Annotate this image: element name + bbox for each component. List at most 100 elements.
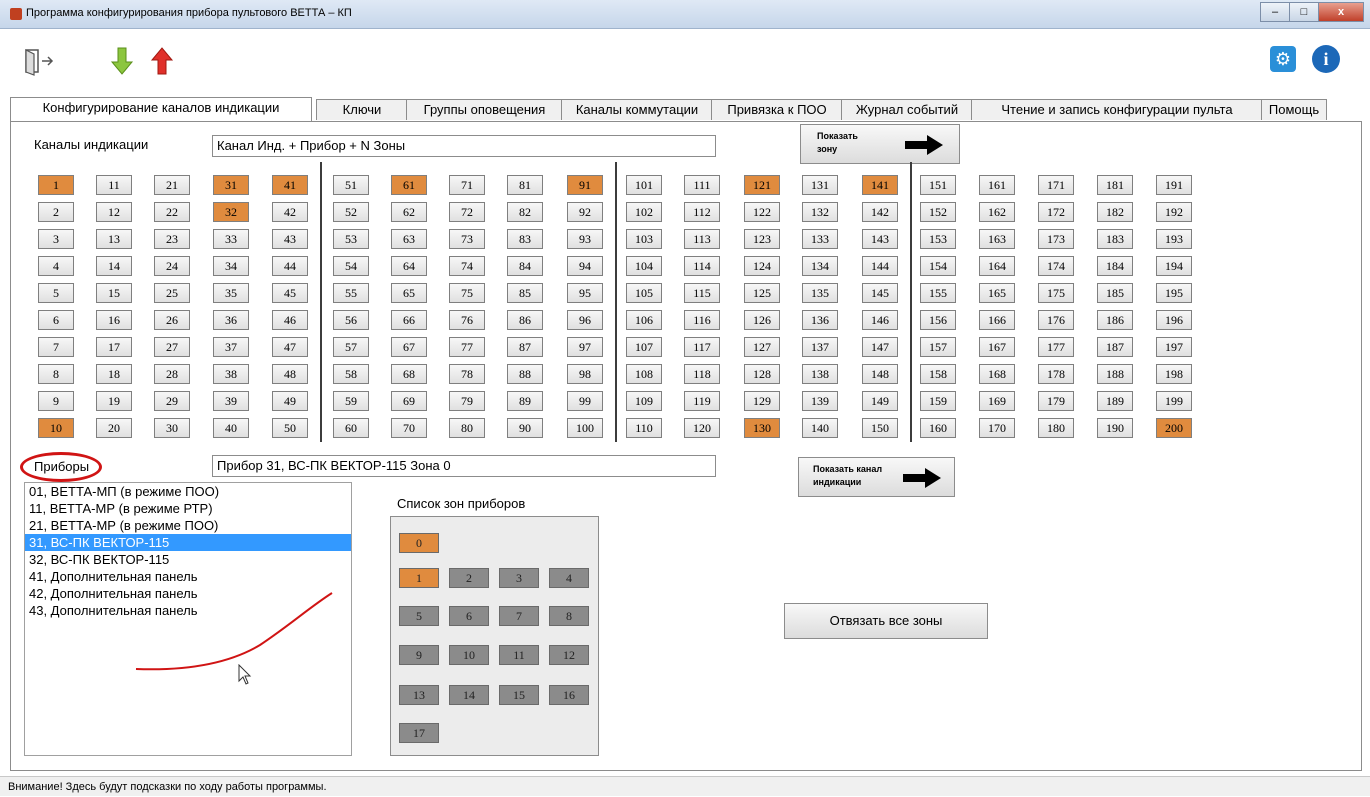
channel-button[interactable]: 198 bbox=[1156, 364, 1192, 384]
channel-button[interactable]: 73 bbox=[449, 229, 485, 249]
channel-button[interactable]: 32 bbox=[213, 202, 249, 222]
channel-button[interactable]: 30 bbox=[154, 418, 190, 438]
channel-button[interactable]: 7 bbox=[38, 337, 74, 357]
channel-button[interactable]: 143 bbox=[862, 229, 898, 249]
channel-button[interactable]: 113 bbox=[684, 229, 720, 249]
channel-button[interactable]: 125 bbox=[744, 283, 780, 303]
channel-button[interactable]: 87 bbox=[507, 337, 543, 357]
zone-button[interactable]: 8 bbox=[549, 606, 589, 626]
zone-button[interactable]: 6 bbox=[449, 606, 489, 626]
unbind-all-zones-button[interactable]: Отвязать все зоны bbox=[784, 603, 988, 639]
channel-button[interactable]: 107 bbox=[626, 337, 662, 357]
channel-button[interactable]: 88 bbox=[507, 364, 543, 384]
channel-button[interactable]: 16 bbox=[96, 310, 132, 330]
zone-button[interactable]: 3 bbox=[499, 568, 539, 588]
channel-button[interactable]: 183 bbox=[1097, 229, 1133, 249]
channel-button[interactable]: 97 bbox=[567, 337, 603, 357]
channel-button[interactable]: 116 bbox=[684, 310, 720, 330]
channel-button[interactable]: 167 bbox=[979, 337, 1015, 357]
channel-button[interactable]: 136 bbox=[802, 310, 838, 330]
zone-button[interactable]: 1 bbox=[399, 568, 439, 588]
channel-button[interactable]: 146 bbox=[862, 310, 898, 330]
list-item[interactable]: 01, ВЕТТА-МП (в режиме ПОО) bbox=[25, 483, 351, 500]
channel-button[interactable]: 23 bbox=[154, 229, 190, 249]
channel-button[interactable]: 42 bbox=[272, 202, 308, 222]
channel-button[interactable]: 75 bbox=[449, 283, 485, 303]
zone-button[interactable]: 2 bbox=[449, 568, 489, 588]
channel-button[interactable]: 129 bbox=[744, 391, 780, 411]
channel-button[interactable]: 25 bbox=[154, 283, 190, 303]
channel-button[interactable]: 105 bbox=[626, 283, 662, 303]
list-item[interactable]: 21, ВЕТТА-МР (в режиме ПОО) bbox=[25, 517, 351, 534]
tab-alert-groups[interactable]: Группы оповещения bbox=[406, 99, 563, 120]
channel-button[interactable]: 41 bbox=[272, 175, 308, 195]
channel-button[interactable]: 157 bbox=[920, 337, 956, 357]
channel-button[interactable]: 38 bbox=[213, 364, 249, 384]
channel-button[interactable]: 56 bbox=[333, 310, 369, 330]
channel-button[interactable]: 178 bbox=[1038, 364, 1074, 384]
channel-button[interactable]: 50 bbox=[272, 418, 308, 438]
channel-button[interactable]: 5 bbox=[38, 283, 74, 303]
channel-button[interactable]: 117 bbox=[684, 337, 720, 357]
channel-button[interactable]: 1 bbox=[38, 175, 74, 195]
channel-button[interactable]: 134 bbox=[802, 256, 838, 276]
channel-button[interactable]: 81 bbox=[507, 175, 543, 195]
zone-button[interactable]: 4 bbox=[549, 568, 589, 588]
list-item[interactable]: 11, ВЕТТА-МР (в режиме РТР) bbox=[25, 500, 351, 517]
zone-button[interactable]: 14 bbox=[449, 685, 489, 705]
device-zone-field[interactable]: Прибор 31, ВС-ПК ВЕКТОР-115 Зона 0 bbox=[212, 455, 716, 477]
channel-button[interactable]: 135 bbox=[802, 283, 838, 303]
channel-button[interactable]: 8 bbox=[38, 364, 74, 384]
channel-button[interactable]: 193 bbox=[1156, 229, 1192, 249]
channel-button[interactable]: 122 bbox=[744, 202, 780, 222]
tab-poo-binding[interactable]: Привязка к ПОО bbox=[711, 99, 843, 120]
channel-button[interactable]: 89 bbox=[507, 391, 543, 411]
settings-icon[interactable]: ⚙ bbox=[1270, 46, 1296, 72]
channel-button[interactable]: 28 bbox=[154, 364, 190, 384]
exit-icon[interactable] bbox=[22, 48, 62, 76]
list-item[interactable]: 41, Дополнительная панель bbox=[25, 568, 351, 585]
channel-button[interactable]: 195 bbox=[1156, 283, 1192, 303]
tab-keys[interactable]: Ключи bbox=[316, 99, 408, 120]
channel-button[interactable]: 98 bbox=[567, 364, 603, 384]
zone-button[interactable]: 10 bbox=[449, 645, 489, 665]
channel-button[interactable]: 140 bbox=[802, 418, 838, 438]
zone-button[interactable]: 9 bbox=[399, 645, 439, 665]
zone-button[interactable]: 12 bbox=[549, 645, 589, 665]
channel-button[interactable]: 39 bbox=[213, 391, 249, 411]
channel-button[interactable]: 114 bbox=[684, 256, 720, 276]
channel-button[interactable]: 179 bbox=[1038, 391, 1074, 411]
channel-button[interactable]: 194 bbox=[1156, 256, 1192, 276]
channel-button[interactable]: 192 bbox=[1156, 202, 1192, 222]
channel-button[interactable]: 182 bbox=[1097, 202, 1133, 222]
zone-button[interactable]: 0 bbox=[399, 533, 439, 553]
channel-button[interactable]: 165 bbox=[979, 283, 1015, 303]
channel-button[interactable]: 22 bbox=[154, 202, 190, 222]
channel-button[interactable]: 124 bbox=[744, 256, 780, 276]
channel-button[interactable]: 101 bbox=[626, 175, 662, 195]
channel-button[interactable]: 118 bbox=[684, 364, 720, 384]
zone-button[interactable]: 16 bbox=[549, 685, 589, 705]
show-channel-button[interactable]: Показать канал индикации bbox=[798, 457, 955, 497]
channel-button[interactable]: 62 bbox=[391, 202, 427, 222]
channel-button[interactable]: 95 bbox=[567, 283, 603, 303]
channel-button[interactable]: 186 bbox=[1097, 310, 1133, 330]
channel-button[interactable]: 9 bbox=[38, 391, 74, 411]
channel-button[interactable]: 49 bbox=[272, 391, 308, 411]
channel-button[interactable]: 93 bbox=[567, 229, 603, 249]
channel-button[interactable]: 79 bbox=[449, 391, 485, 411]
channel-button[interactable]: 90 bbox=[507, 418, 543, 438]
channel-button[interactable]: 126 bbox=[744, 310, 780, 330]
tab-switch-channels[interactable]: Каналы коммутации bbox=[561, 99, 713, 120]
channel-button[interactable]: 189 bbox=[1097, 391, 1133, 411]
channel-button[interactable]: 58 bbox=[333, 364, 369, 384]
zone-button[interactable]: 5 bbox=[399, 606, 439, 626]
channel-button[interactable]: 54 bbox=[333, 256, 369, 276]
channel-button[interactable]: 130 bbox=[744, 418, 780, 438]
channel-button[interactable]: 144 bbox=[862, 256, 898, 276]
channel-button[interactable]: 6 bbox=[38, 310, 74, 330]
channel-button[interactable]: 72 bbox=[449, 202, 485, 222]
channel-button[interactable]: 80 bbox=[449, 418, 485, 438]
channel-button[interactable]: 85 bbox=[507, 283, 543, 303]
channel-button[interactable]: 158 bbox=[920, 364, 956, 384]
